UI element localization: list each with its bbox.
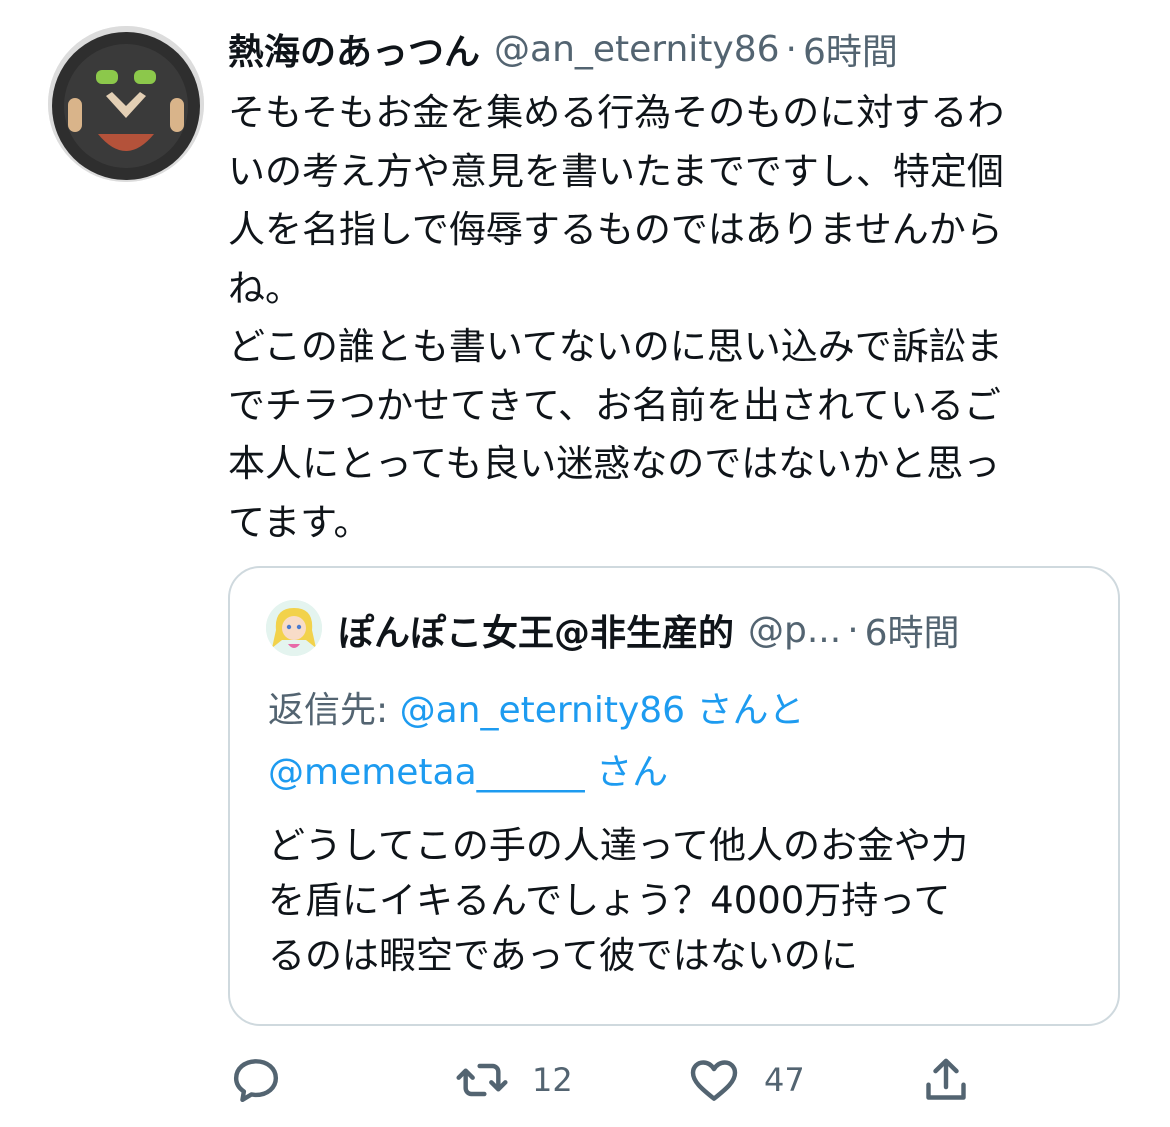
heart-icon (690, 1060, 738, 1101)
reply-icon (233, 1059, 279, 1103)
like-button[interactable]: 47 (686, 1050, 805, 1110)
quoted-text-line: を盾にイキるんでしょう？4000万持って (268, 879, 951, 922)
retweet-button[interactable]: 12 (454, 1050, 573, 1110)
tweet-timestamp[interactable]: 6時間 (803, 23, 898, 75)
quoted-tweet-card[interactable]: ぽんぽこ女王@非生産的 @p... · 6時間 返信先: @an_eternit… (228, 566, 1120, 1026)
like-count: 47 (764, 1061, 805, 1099)
author-display-name[interactable]: 熱海のあっつん (228, 23, 480, 75)
share-button[interactable] (918, 1050, 974, 1110)
quoted-author-display-name[interactable]: ぽんぽこ女王@非生産的 (338, 604, 734, 656)
tweet-text-line: そもそもお金を集める行為そのものに対するわ (228, 91, 1005, 134)
quoted-header-separator: · (847, 609, 859, 651)
tweet-text: そもそもお金を集める行為そのものに対するわ いの考え方や意見を書いたまでですし、特… (228, 84, 1128, 552)
quoted-text-line: るのは暇空であって彼ではないのに (268, 934, 858, 977)
reply-to-line: 返信先: @an_eternity86 さんと @memetaa______ さん (268, 680, 1098, 804)
retweet-icon (456, 1063, 508, 1097)
tweet-text-line: どこの誰とも書いてないのに思い込みで訴訟ま (228, 325, 1003, 368)
quoted-author-handle[interactable]: @p... (748, 610, 841, 651)
header-separator: · (785, 28, 797, 70)
author-avatar[interactable] (48, 26, 204, 182)
tweet-header: 熱海のあっつん @an_eternity86 · 6時間 (228, 22, 898, 76)
quoted-author-avatar[interactable] (266, 600, 322, 656)
share-icon (926, 1058, 966, 1100)
quoted-tweet-text: どうしてこの手の人達って他人のお金や力 を盾にイキるんでしょう？4000万持ってる… (268, 818, 1098, 983)
quoted-tweet-header: ぽんぽこ女王@非生産的 @p... · 6時間 (338, 600, 960, 660)
tweet-text-line: 本人にとっても良い迷惑なのではないかと思っ (228, 442, 1001, 485)
quoted-avatar-image (266, 600, 322, 656)
reply-button[interactable] (228, 1050, 284, 1110)
reply-to-connector: さんと (685, 690, 805, 731)
author-handle[interactable]: @an_eternity86 (494, 29, 780, 70)
avatar-image (48, 26, 204, 182)
quoted-text-line: どうしてこの手の人達って他人のお金や力 (268, 824, 969, 867)
reply-to-prefix: 返信先: (268, 690, 400, 731)
tweet-text-line: でチラつかせてきて、お名前を出されているご (228, 383, 1001, 427)
reply-to-user-link[interactable]: @memetaa______ (268, 752, 585, 793)
tweet-text-line: 人を名指しで侮辱するものではありませんから (228, 208, 1003, 251)
reply-to-user-link[interactable]: @an_eternity86 (400, 690, 686, 731)
tweet-text-line: ね。 (228, 266, 302, 310)
tweet-actions: 12 47 (228, 1050, 988, 1110)
quoted-tweet-timestamp[interactable]: 6時間 (865, 604, 960, 656)
reply-to-suffix: さん (584, 752, 669, 793)
tweet-text-line: いの考え方や意見を書いたまでですし、特定個 (228, 149, 1004, 193)
tweet-text-line: てます。 (228, 500, 371, 544)
retweet-count: 12 (532, 1061, 573, 1099)
